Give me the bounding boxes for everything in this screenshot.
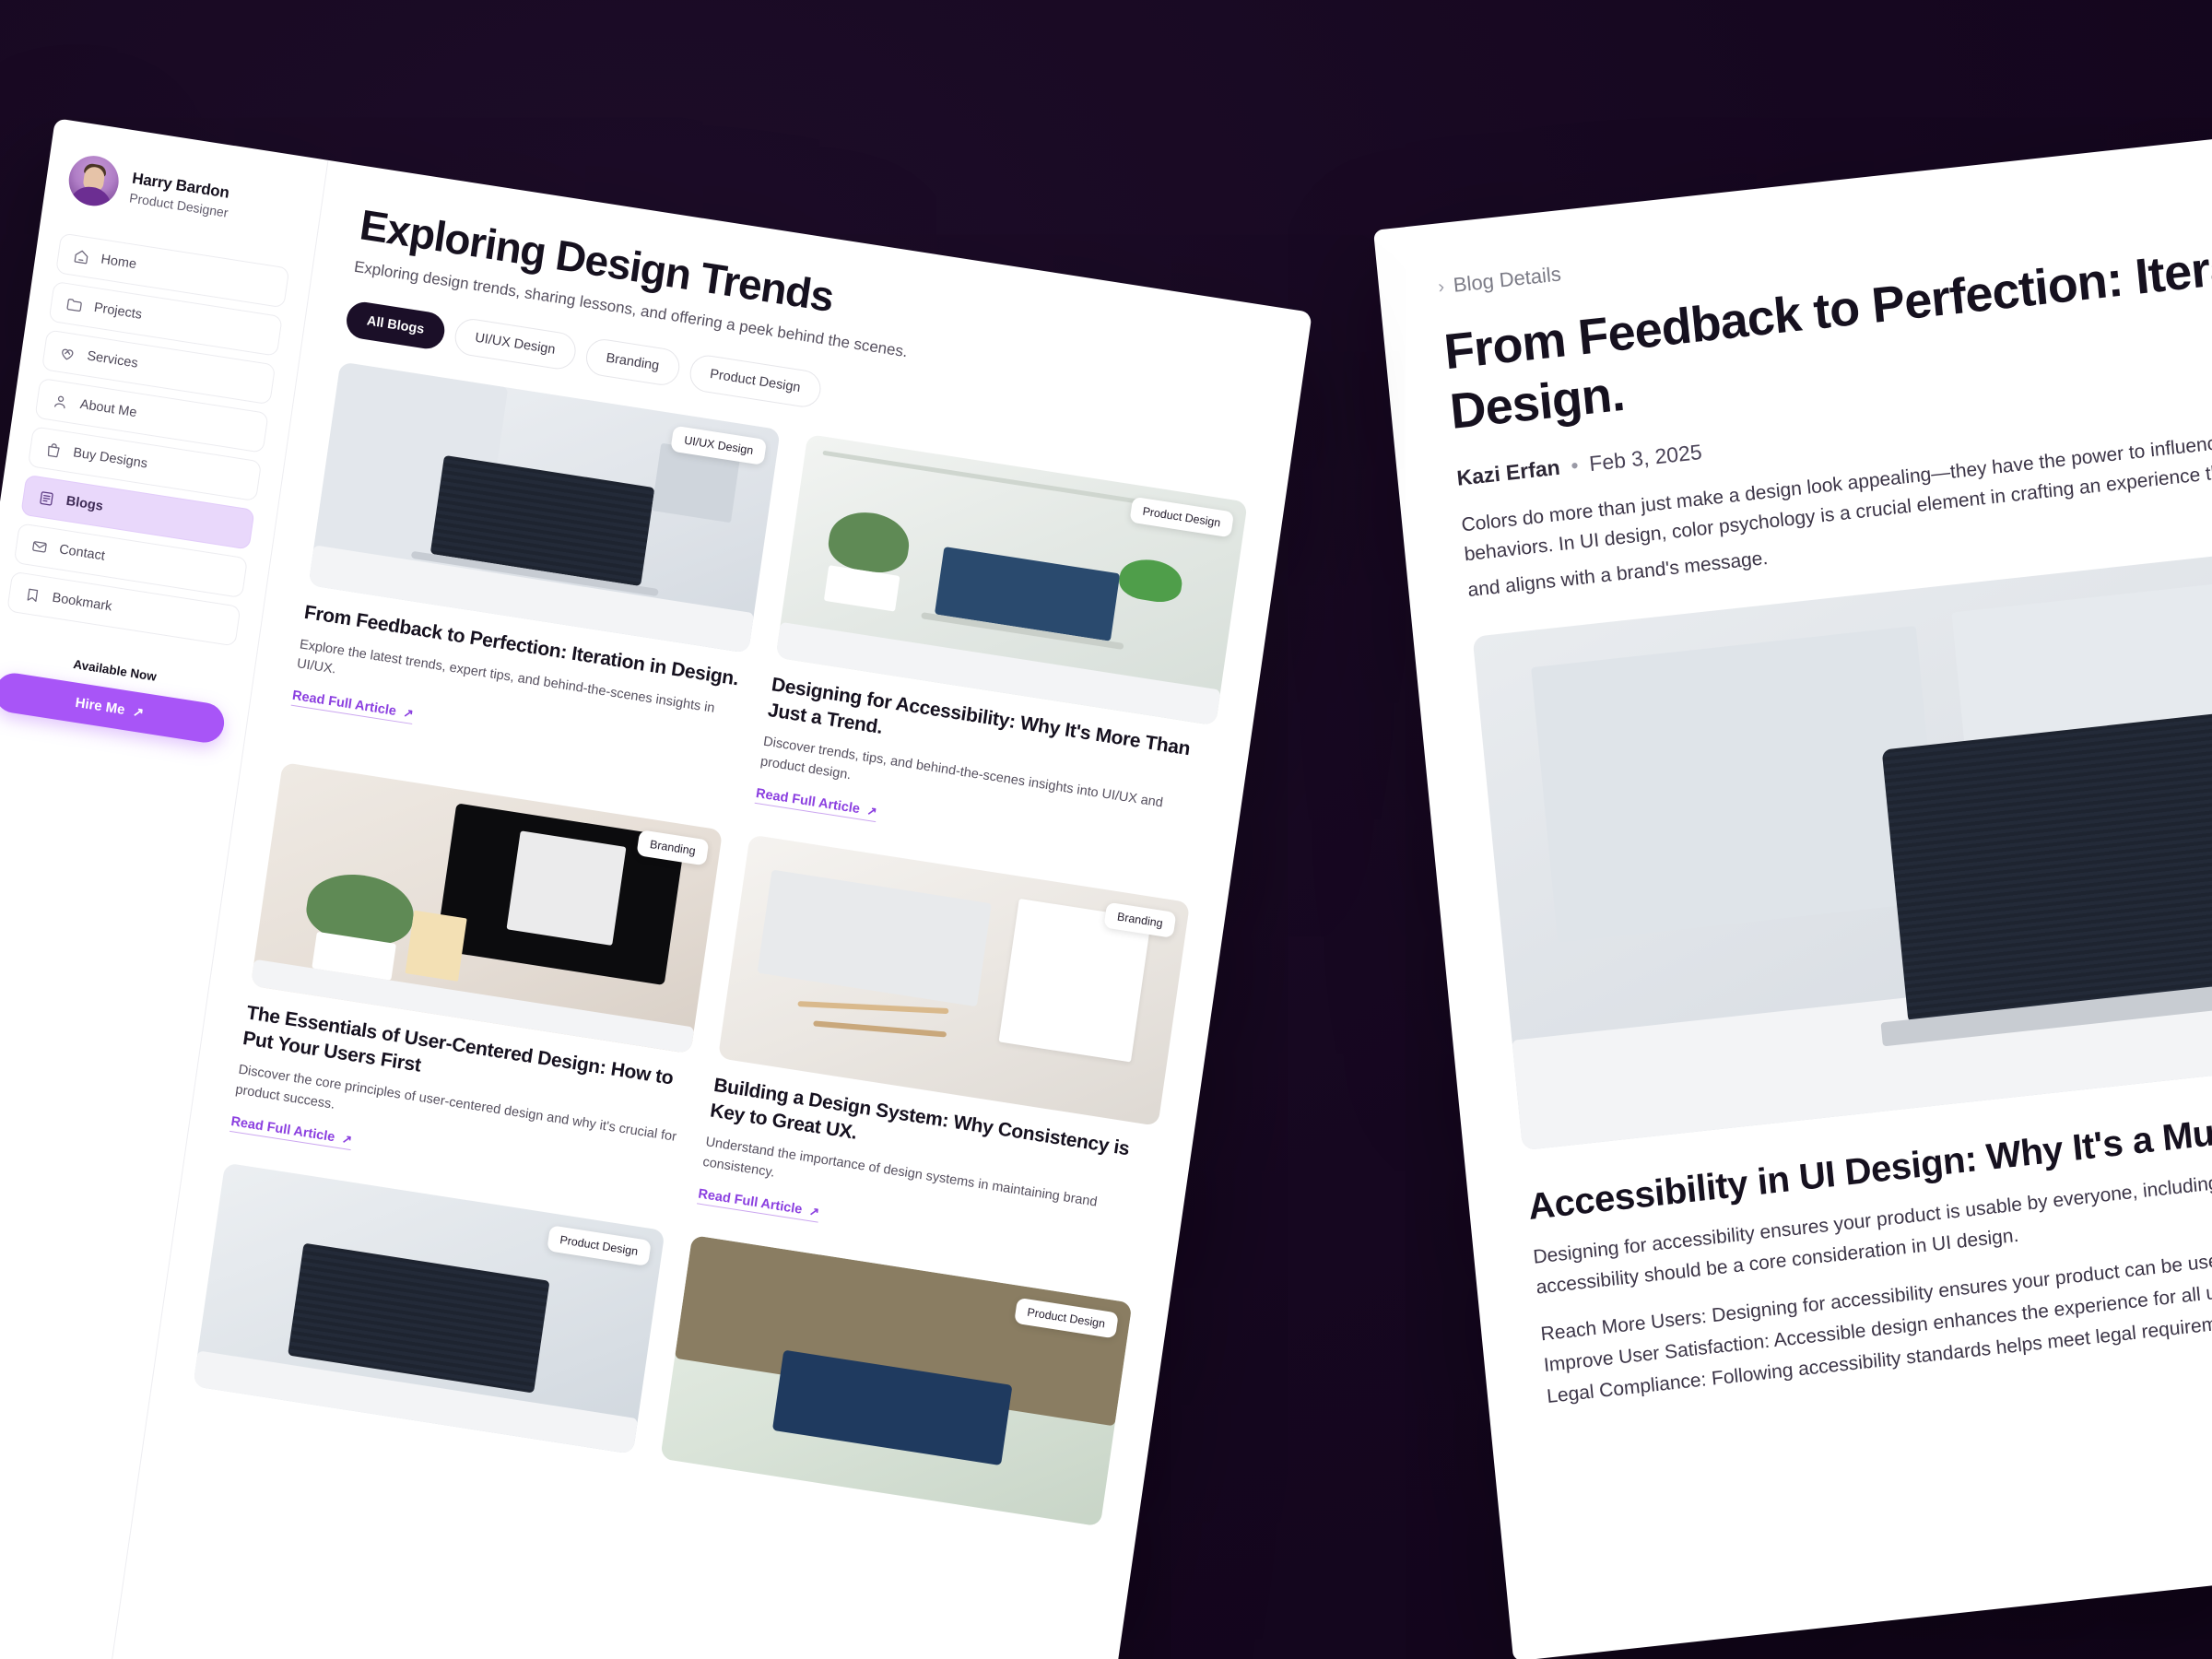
blog-card[interactable]: Product Design xyxy=(660,1234,1133,1527)
read-full-article-link[interactable]: Read Full Article ↗ xyxy=(229,1113,354,1151)
blog-details-panel: › Blog Details From Feedback to Perfecti… xyxy=(1373,81,2212,1659)
profile-block: Harry Bardon Product Designer xyxy=(65,152,301,237)
blog-card[interactable]: Product Design Designing for Accessibili… xyxy=(754,433,1248,872)
blog-icon xyxy=(36,488,57,509)
read-full-article-link[interactable]: Read Full Article ↗ xyxy=(290,688,415,725)
blog-card[interactable]: Branding The Essentials of User-Centered… xyxy=(229,761,724,1200)
window-pane xyxy=(1531,626,1943,944)
publish-date: Feb 3, 2025 xyxy=(1588,439,1703,476)
sidebar-item-label: Buy Designs xyxy=(72,445,148,472)
lamp xyxy=(405,910,467,982)
blog-details-hero-image xyxy=(1472,500,2212,1151)
bookmark-icon xyxy=(22,584,43,606)
pencil xyxy=(812,1020,947,1038)
hire-me-label: Hire Me xyxy=(74,694,126,718)
avatar xyxy=(65,152,123,210)
screenshot-stage: › Blog Details From Feedback to Perfecti… xyxy=(0,0,2212,1659)
availability-block: Available Now Hire Me ↗ xyxy=(0,646,230,746)
keyboard xyxy=(757,869,993,1007)
pencil xyxy=(797,1000,949,1014)
home-icon xyxy=(71,246,92,267)
chevron-right-icon: › xyxy=(1437,276,1446,298)
blog-card[interactable]: Product Design xyxy=(193,1162,665,1454)
avatar-body xyxy=(68,183,114,210)
sidebar-item-label: Projects xyxy=(92,300,143,323)
blog-thumbnail: Branding xyxy=(717,834,1191,1126)
folder-icon xyxy=(64,294,85,315)
sidebar-item-label: About Me xyxy=(78,396,138,421)
read-full-article-link[interactable]: Read Full Article ↗ xyxy=(754,785,878,823)
blog-thumbnail: Product Design xyxy=(775,433,1248,726)
sidebar-item-label: Contact xyxy=(58,542,106,564)
arrow-up-right-icon: ↗ xyxy=(341,1131,354,1147)
tab-branding[interactable]: Branding xyxy=(583,336,682,388)
mail-icon xyxy=(29,535,50,557)
read-label: Read Full Article xyxy=(755,785,861,818)
plant xyxy=(1117,556,1185,606)
sidebar-item-label: Services xyxy=(86,348,139,371)
arrow-up-right-icon: ↗ xyxy=(808,1204,821,1219)
laptop-screen xyxy=(1881,694,2212,1026)
breadcrumb-label: Blog Details xyxy=(1452,262,1562,297)
arrow-up-right-icon: ↗ xyxy=(132,703,146,721)
blog-card[interactable]: UI/UX Design From Feedback to Perfection… xyxy=(288,361,781,799)
blog-thumbnail: Product Design xyxy=(660,1234,1133,1527)
user-icon xyxy=(50,391,71,412)
author-name: Kazi Erfan xyxy=(1455,454,1561,490)
read-full-article-link[interactable]: Read Full Article ↗ xyxy=(697,1186,821,1223)
bag-icon xyxy=(42,439,64,460)
arrow-up-right-icon: ↗ xyxy=(865,803,878,819)
blog-thumbnail: Branding xyxy=(250,761,724,1054)
screen-number xyxy=(506,830,627,946)
arrow-up-right-icon: ↗ xyxy=(402,705,415,722)
tab-product-design[interactable]: Product Design xyxy=(687,352,823,410)
sidebar-item-label: Blogs xyxy=(65,493,104,514)
sidebar-item-label: Home xyxy=(100,252,138,273)
blog-list-panel: Harry Bardon Product Designer Home Proje… xyxy=(0,118,1312,1659)
meta-separator: • xyxy=(1570,453,1580,477)
read-label: Read Full Article xyxy=(291,688,397,720)
services-icon xyxy=(56,343,77,364)
read-label: Read Full Article xyxy=(697,1186,804,1218)
blog-thumbnail: Product Design xyxy=(193,1162,665,1454)
blog-card-grid: UI/UX Design From Feedback to Perfection… xyxy=(193,361,1248,1527)
tab-uiux-design[interactable]: UI/UX Design xyxy=(452,316,578,372)
plant-pot xyxy=(824,565,900,612)
sidebar-item-label: Bookmark xyxy=(51,590,113,615)
category-badge: Product Design xyxy=(1128,496,1235,538)
tab-all-blogs[interactable]: All Blogs xyxy=(344,300,447,352)
blog-thumbnail: UI/UX Design xyxy=(308,361,781,653)
category-badge: Product Design xyxy=(546,1225,652,1266)
laptop-screen xyxy=(935,547,1121,641)
sidebar-nav: Home Projects Services About Me Buy Desi… xyxy=(6,232,290,647)
read-label: Read Full Article xyxy=(229,1113,336,1146)
blog-card[interactable]: Branding Building a Design System: Why C… xyxy=(697,834,1191,1272)
